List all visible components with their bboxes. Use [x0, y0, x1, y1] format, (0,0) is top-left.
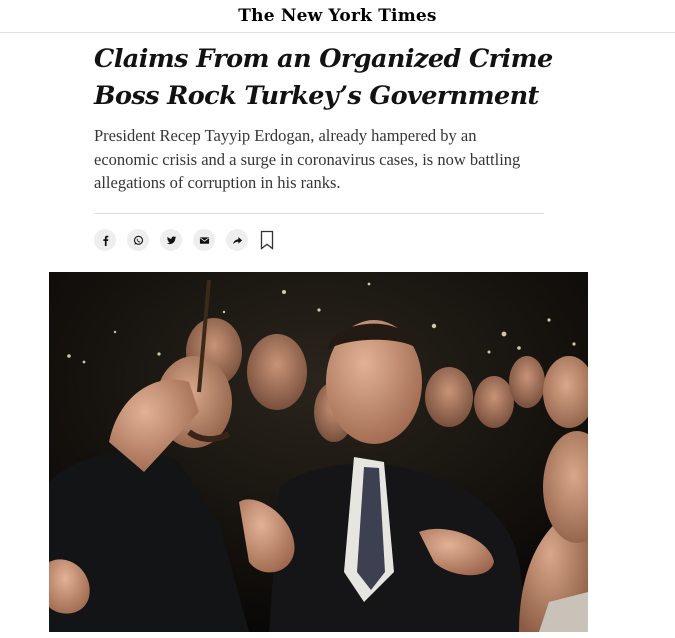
- twitter-icon: [166, 235, 177, 246]
- twitter-share-button[interactable]: [160, 229, 182, 251]
- article-summary: President Recep Tayyip Erdogan, already …: [94, 126, 521, 192]
- lead-photo-illustration: [49, 272, 588, 632]
- facebook-icon: [100, 235, 111, 246]
- whatsapp-icon: [133, 235, 144, 246]
- article-headline: Claims From an Organized Crime Boss Rock…: [94, 44, 553, 111]
- email-icon: [199, 235, 210, 246]
- share-arrow-icon: [232, 235, 243, 246]
- whatsapp-share-button[interactable]: [127, 229, 149, 251]
- divider: [94, 213, 544, 214]
- facebook-share-button[interactable]: [94, 229, 116, 251]
- more-share-button[interactable]: [226, 229, 248, 251]
- bookmark-icon[interactable]: [260, 230, 274, 250]
- email-share-button[interactable]: [193, 229, 215, 251]
- nyt-logo[interactable]: The New York Times: [238, 6, 436, 26]
- share-toolbar: [94, 229, 274, 251]
- masthead: The New York Times: [0, 0, 675, 33]
- lead-photo: [49, 272, 588, 632]
